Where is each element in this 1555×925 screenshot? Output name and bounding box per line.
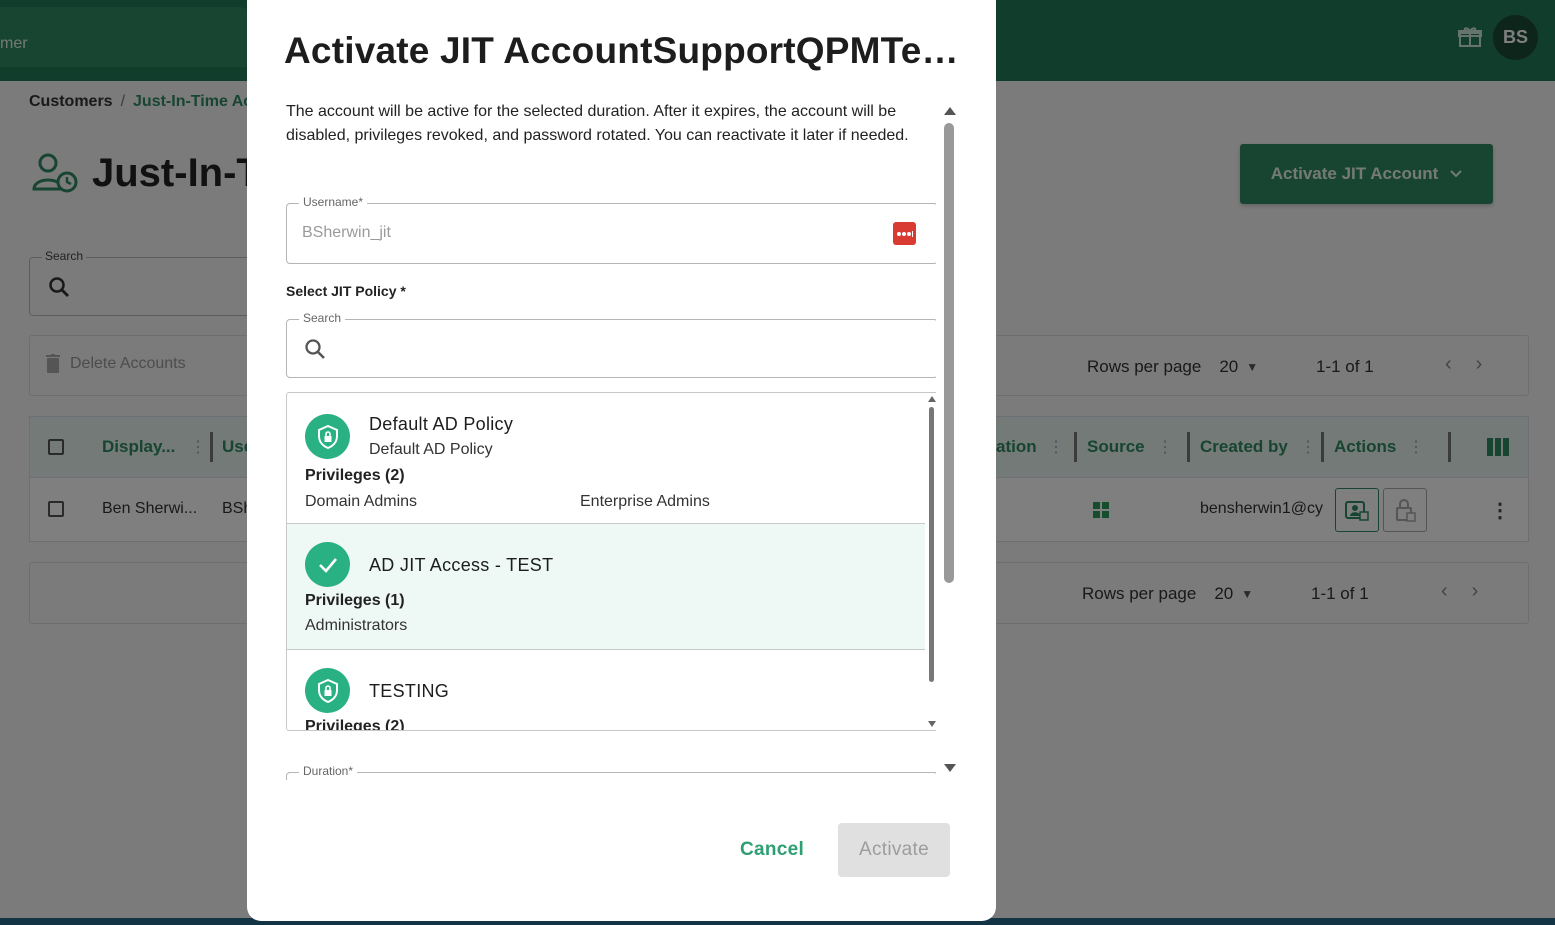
activate-button[interactable]: Activate bbox=[838, 823, 950, 877]
policy-item-ad-jit-access-test[interactable]: AD JIT Access - TEST Privileges (1) Admi… bbox=[287, 524, 925, 650]
policy-search-input[interactable] bbox=[335, 334, 915, 364]
privilege-group: Administrators bbox=[305, 617, 408, 634]
username-label: Username* bbox=[299, 195, 368, 209]
activate-jit-dialog: Activate JIT AccountSupportQPMTest... Th… bbox=[247, 0, 996, 921]
check-icon bbox=[305, 542, 350, 587]
dialog-scroll-up-arrow[interactable] bbox=[944, 107, 956, 115]
list-scroll-up-arrow[interactable] bbox=[928, 396, 936, 402]
list-scroll-down-arrow[interactable] bbox=[928, 721, 936, 727]
policy-name: Default AD Policy bbox=[369, 414, 514, 434]
password-manager-icon[interactable] bbox=[893, 222, 916, 245]
policy-privileges: Privileges (1) bbox=[305, 592, 405, 609]
dialog-body: The account will be active for the selec… bbox=[286, 100, 936, 780]
policy-privileges: Privileges (2) bbox=[305, 718, 405, 731]
privilege-group: Enterprise Admins bbox=[580, 493, 710, 510]
select-policy-label: Select JIT Policy * bbox=[286, 283, 406, 299]
dialog-scrollbar-thumb[interactable] bbox=[944, 123, 954, 583]
shield-icon bbox=[305, 668, 350, 713]
policy-privileges: Privileges (2) bbox=[305, 467, 405, 484]
duration-field[interactable]: Duration* bbox=[286, 764, 936, 780]
policy-search-field[interactable]: Search bbox=[286, 311, 936, 378]
policy-item-default-ad[interactable]: Default AD Policy Default AD Policy Priv… bbox=[287, 393, 925, 524]
duration-label: Duration* bbox=[299, 764, 358, 778]
policy-search-label: Search bbox=[299, 311, 346, 325]
policy-name: TESTING bbox=[369, 681, 450, 701]
policy-list: Default AD Policy Default AD Policy Priv… bbox=[286, 392, 936, 731]
dialog-title: Activate JIT AccountSupportQPMTest... bbox=[284, 30, 959, 71]
list-scrollbar-thumb[interactable] bbox=[929, 407, 934, 682]
privilege-group: Domain Admins bbox=[305, 493, 418, 510]
dialog-description: The account will be active for the selec… bbox=[286, 103, 909, 144]
dialog-scroll-down-arrow[interactable] bbox=[944, 764, 956, 772]
policy-description: Default AD Policy bbox=[369, 441, 493, 458]
username-field[interactable]: Username* BSherwin_jit bbox=[286, 195, 936, 264]
shield-icon bbox=[305, 414, 350, 459]
cancel-button[interactable]: Cancel bbox=[727, 823, 817, 877]
search-icon bbox=[305, 339, 325, 359]
policy-item-testing[interactable]: TESTING Privileges (2) bbox=[287, 650, 925, 731]
policy-name: AD JIT Access - TEST bbox=[369, 555, 554, 575]
username-value: BSherwin_jit bbox=[302, 224, 391, 241]
policy-list-scrollbar[interactable] bbox=[926, 393, 936, 730]
